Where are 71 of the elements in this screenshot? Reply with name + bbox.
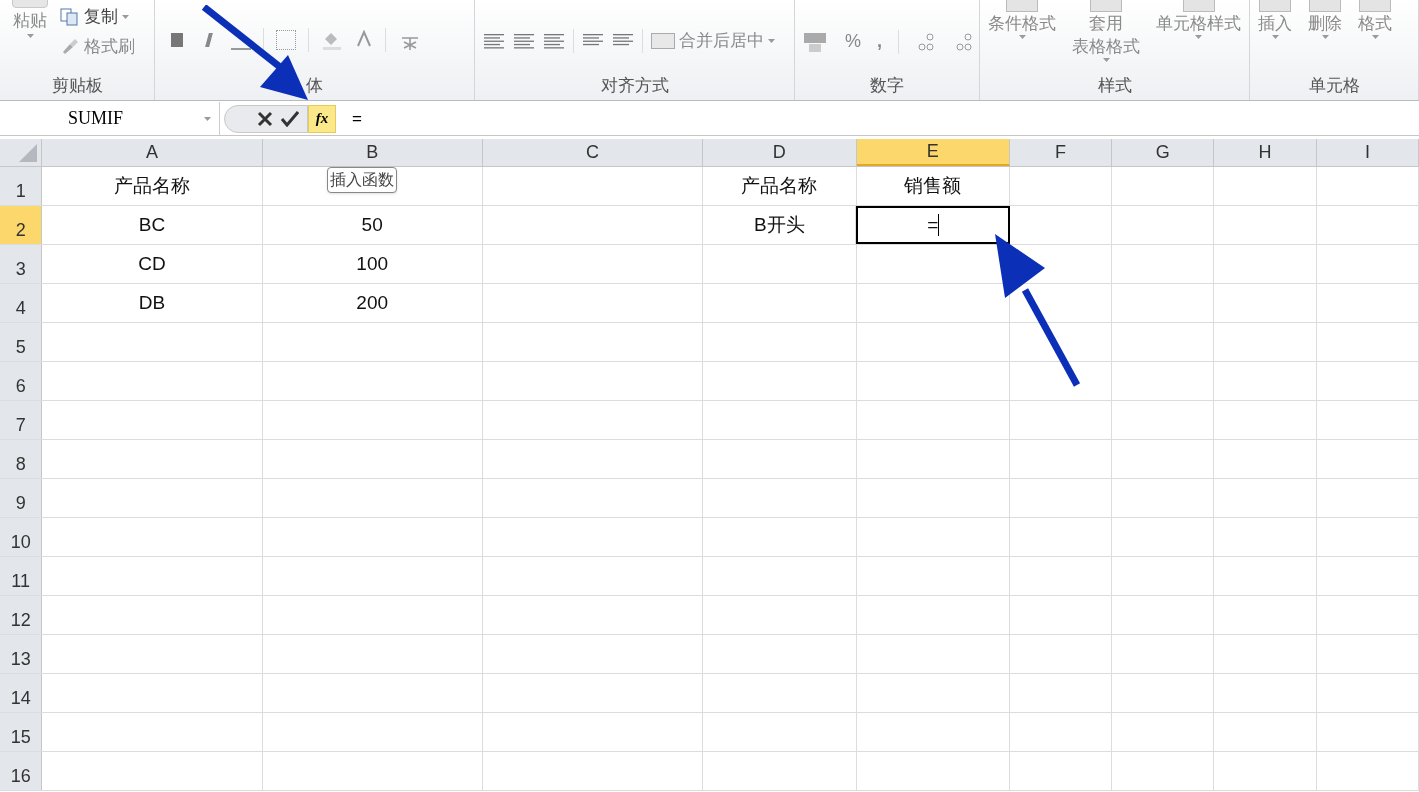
border-icon[interactable] <box>276 30 296 50</box>
row-header[interactable]: 4 <box>0 284 43 322</box>
dropdown-caret-icon <box>1195 35 1202 39</box>
group-label: 样式 <box>1097 75 1132 98</box>
currency-icon[interactable] <box>803 30 829 53</box>
align-icon[interactable] <box>513 31 535 50</box>
dropdown-caret-icon <box>1321 35 1329 39</box>
row-header[interactable]: 6 <box>0 362 43 400</box>
row-header[interactable]: 14 <box>0 674 43 712</box>
row-header[interactable]: 1 <box>0 167 43 205</box>
column-header[interactable]: E <box>856 139 1010 166</box>
table-cell: 100 <box>262 245 483 283</box>
brush-icon <box>60 37 80 56</box>
table-cell: B开头 <box>703 206 857 244</box>
row-header[interactable]: 13 <box>0 635 43 673</box>
enter-icon[interactable] <box>281 110 299 127</box>
table-cell: 200 <box>262 284 483 322</box>
dropdown-caret-icon <box>1018 35 1026 39</box>
table-cell: 销售额 <box>856 167 1010 205</box>
dropdown-caret-icon <box>1102 58 1110 62</box>
row-header[interactable]: 3 <box>0 245 43 283</box>
dropdown-caret-icon <box>26 33 34 38</box>
row-header[interactable]: 7 <box>0 401 43 439</box>
row-header[interactable]: 2 <box>0 206 43 244</box>
table-cell: 产品名称 <box>42 167 263 205</box>
table-cell: DB <box>42 284 263 322</box>
group-label: 数字 <box>870 75 904 98</box>
dropdown-caret-icon <box>768 38 775 43</box>
row-header[interactable]: 10 <box>0 518 43 556</box>
copy-button[interactable]: 复制 <box>60 4 135 30</box>
row-header[interactable]: 9 <box>0 479 43 517</box>
table-cell: BC <box>42 206 263 244</box>
column-header[interactable]: D <box>703 139 857 166</box>
group-label: 体 <box>306 75 323 98</box>
paste-button[interactable]: 粘贴 <box>12 0 48 34</box>
dropdown-caret-icon <box>204 116 211 121</box>
formula-text[interactable]: = <box>352 108 362 128</box>
insert-function-button[interactable]: fx <box>308 104 336 133</box>
column-header[interactable]: B <box>262 139 483 166</box>
name-box[interactable]: SUMIF <box>0 102 220 135</box>
row-header[interactable]: 8 <box>0 440 43 478</box>
align-icon[interactable] <box>483 31 505 50</box>
fill-color-icon[interactable] <box>321 30 343 50</box>
row-header[interactable]: 12 <box>0 596 43 634</box>
column-header[interactable]: F <box>1009 139 1113 166</box>
dropdown-caret-icon <box>1371 35 1379 39</box>
merge-icon <box>651 32 675 49</box>
column-header[interactable]: H <box>1214 139 1317 166</box>
dropdown-caret-icon <box>1271 35 1279 39</box>
dropdown-caret-icon <box>122 14 129 19</box>
group-label: 剪贴板 <box>51 75 103 98</box>
table-cell: CD <box>42 245 263 283</box>
column-header[interactable]: A <box>42 139 263 166</box>
group-label: 单元格 <box>1308 75 1360 98</box>
cell-button[interactable]: 删除 <box>1308 0 1342 39</box>
column-header[interactable]: G <box>1112 139 1215 166</box>
column-header[interactable]: C <box>482 139 704 166</box>
active-cell[interactable]: = <box>856 206 1010 244</box>
group-label: 对齐方式 <box>600 75 669 98</box>
row-header[interactable]: 16 <box>0 752 43 790</box>
tooltip: 插入函数 <box>327 167 397 193</box>
column-header[interactable]: I <box>1316 139 1419 166</box>
cancel-icon[interactable] <box>257 110 273 127</box>
copy-icon <box>60 7 80 26</box>
row-header[interactable]: 15 <box>0 713 43 751</box>
style-button[interactable]: 套用 表格格式 <box>1072 0 1140 62</box>
row-header[interactable]: 11 <box>0 557 43 595</box>
table-cell: 50 <box>262 206 483 244</box>
align-icon[interactable] <box>543 31 565 50</box>
table-cell: 产品名称 <box>703 167 857 205</box>
row-header[interactable]: 5 <box>0 323 43 361</box>
